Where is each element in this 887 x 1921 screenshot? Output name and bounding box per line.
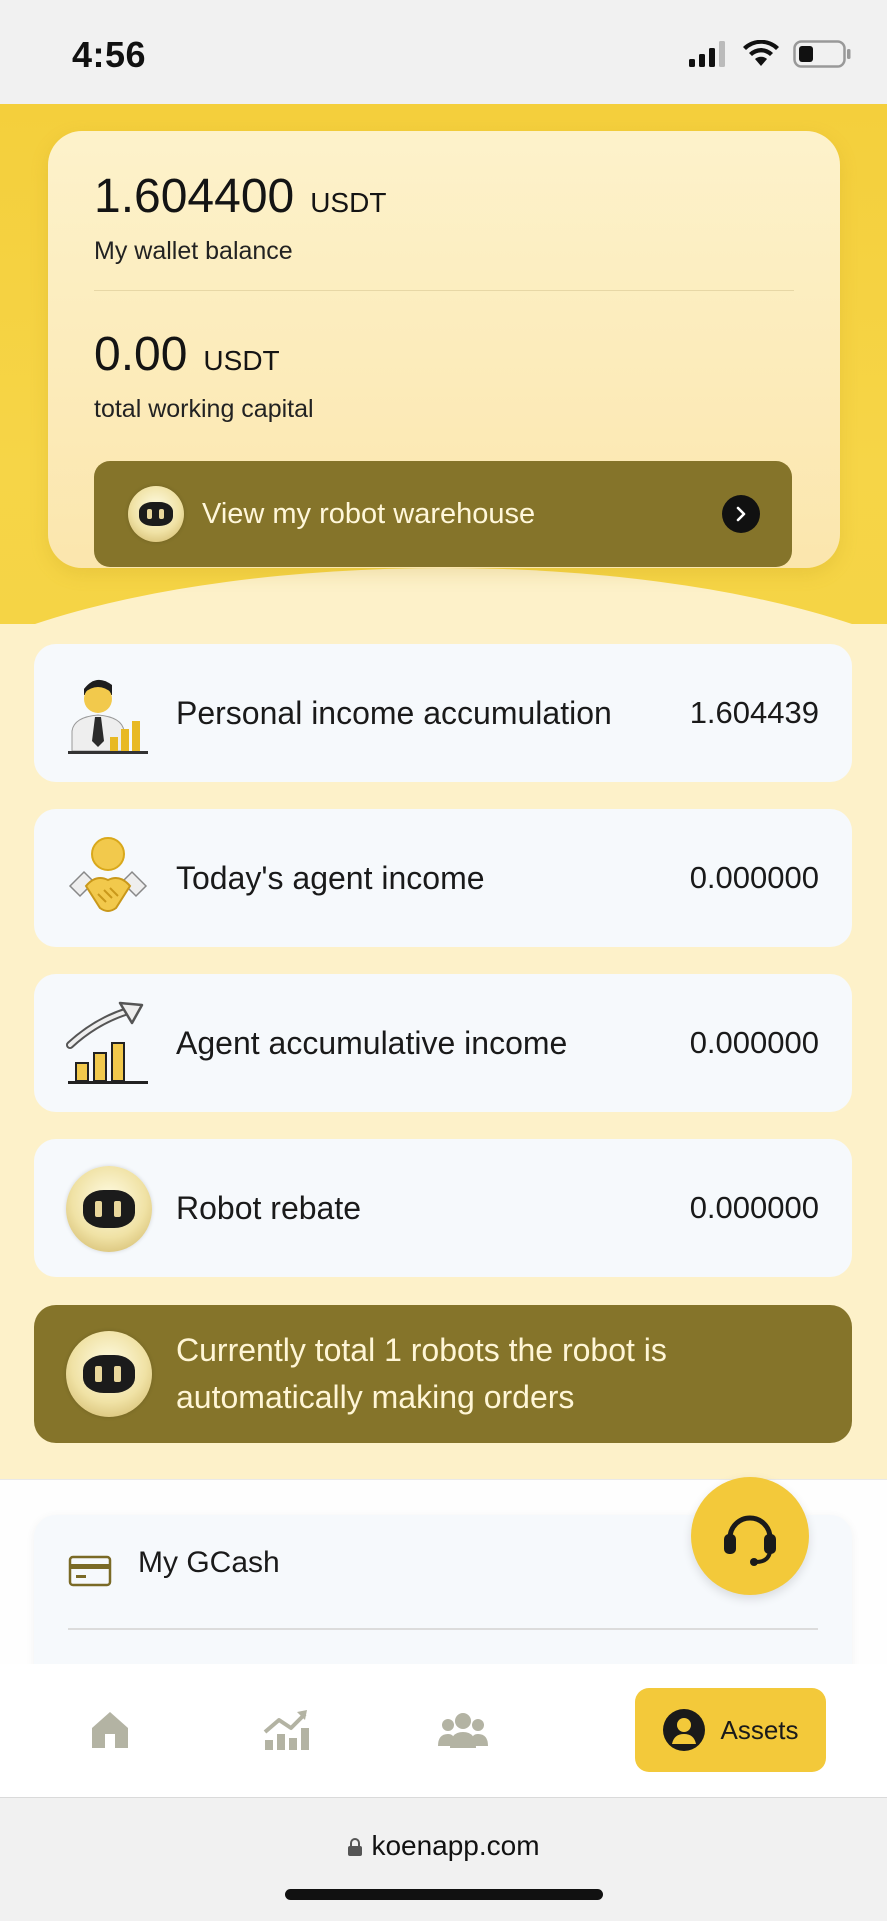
working-capital-label: total working capital [94, 395, 314, 423]
address-bar[interactable]: koenapp.com [0, 1830, 887, 1862]
wallet-balance-value: 1.604400 [94, 170, 295, 223]
wifi-icon [743, 40, 779, 66]
card-divider [94, 290, 794, 291]
home-icon [92, 1712, 128, 1748]
income-row-today-agent[interactable]: Today's agent income 0.000000 [34, 809, 852, 947]
gcash-label: My GCash [138, 1546, 280, 1579]
robot-icon [66, 1331, 152, 1417]
tab-market[interactable] [246, 1688, 326, 1772]
robot-icon [66, 1166, 152, 1252]
headset-icon [724, 1515, 776, 1566]
growth-chart-icon [66, 1001, 150, 1085]
tab-assets-label: Assets [720, 1714, 799, 1745]
status-time: 4:56 [72, 34, 147, 75]
tab-team[interactable] [423, 1688, 503, 1772]
working-capital: 0.00 USDT [94, 327, 280, 382]
trend-chart-icon [263, 1710, 309, 1750]
income-row-agent-accumulative[interactable]: Agent accumulative income 0.000000 [34, 974, 852, 1112]
status-bar: 4:56 [0, 0, 887, 104]
wallet-balance-unit: USDT [310, 187, 387, 218]
robots-status-text: Currently total 1 robots the robot is au… [176, 1332, 667, 1415]
battery-icon [793, 40, 851, 68]
working-capital-value: 0.00 [94, 328, 188, 381]
view-robot-warehouse-button[interactable]: View my robot warehouse [94, 461, 792, 567]
warehouse-button-label: View my robot warehouse [202, 497, 536, 530]
working-capital-unit: USDT [203, 345, 280, 376]
bottom-tab-bar: Assets [0, 1664, 887, 1797]
gcash-divider [68, 1628, 818, 1630]
income-row-robot-rebate[interactable]: Robot rebate 0.000000 [34, 1139, 852, 1277]
income-row-title: Robot rebate [176, 1189, 362, 1226]
robot-icon [128, 486, 184, 542]
status-icons [689, 38, 851, 70]
income-row-title: Today's agent income [176, 859, 485, 896]
browser-bar: koenapp.com [0, 1797, 887, 1921]
chevron-right-icon [722, 495, 760, 533]
tab-assets[interactable]: Assets [635, 1688, 826, 1772]
income-row-title: Personal income accumulation [176, 694, 612, 731]
group-icon [438, 1713, 488, 1748]
home-indicator[interactable] [285, 1889, 603, 1900]
wallet-card: 1.604400 USDT My wallet balance 0.00 USD… [48, 131, 840, 568]
wallet-balance-label: My wallet balance [94, 237, 293, 265]
income-row-value: 1.604439 [689, 695, 819, 730]
income-row-title: Agent accumulative income [176, 1024, 568, 1061]
url-text: koenapp.com [371, 1830, 540, 1861]
customer-support-button[interactable] [691, 1477, 809, 1595]
tab-home[interactable] [70, 1688, 150, 1772]
income-row-value: 0.000000 [689, 860, 819, 895]
handshake-coin-icon [66, 836, 150, 920]
income-row-personal[interactable]: Personal income accumulation 1.604439 [34, 644, 852, 782]
income-row-value: 0.000000 [689, 1190, 819, 1225]
businessman-chart-icon [66, 671, 150, 755]
income-row-value: 0.000000 [689, 1025, 819, 1060]
card-icon [68, 1555, 112, 1587]
header-curve [0, 568, 887, 624]
robots-status-banner[interactable]: Currently total 1 robots the robot is au… [34, 1305, 852, 1443]
cellular-signal-icon [689, 41, 725, 67]
wallet-balance: 1.604400 USDT [94, 169, 386, 224]
lock-icon [348, 1838, 363, 1856]
user-avatar-icon [663, 1709, 706, 1751]
